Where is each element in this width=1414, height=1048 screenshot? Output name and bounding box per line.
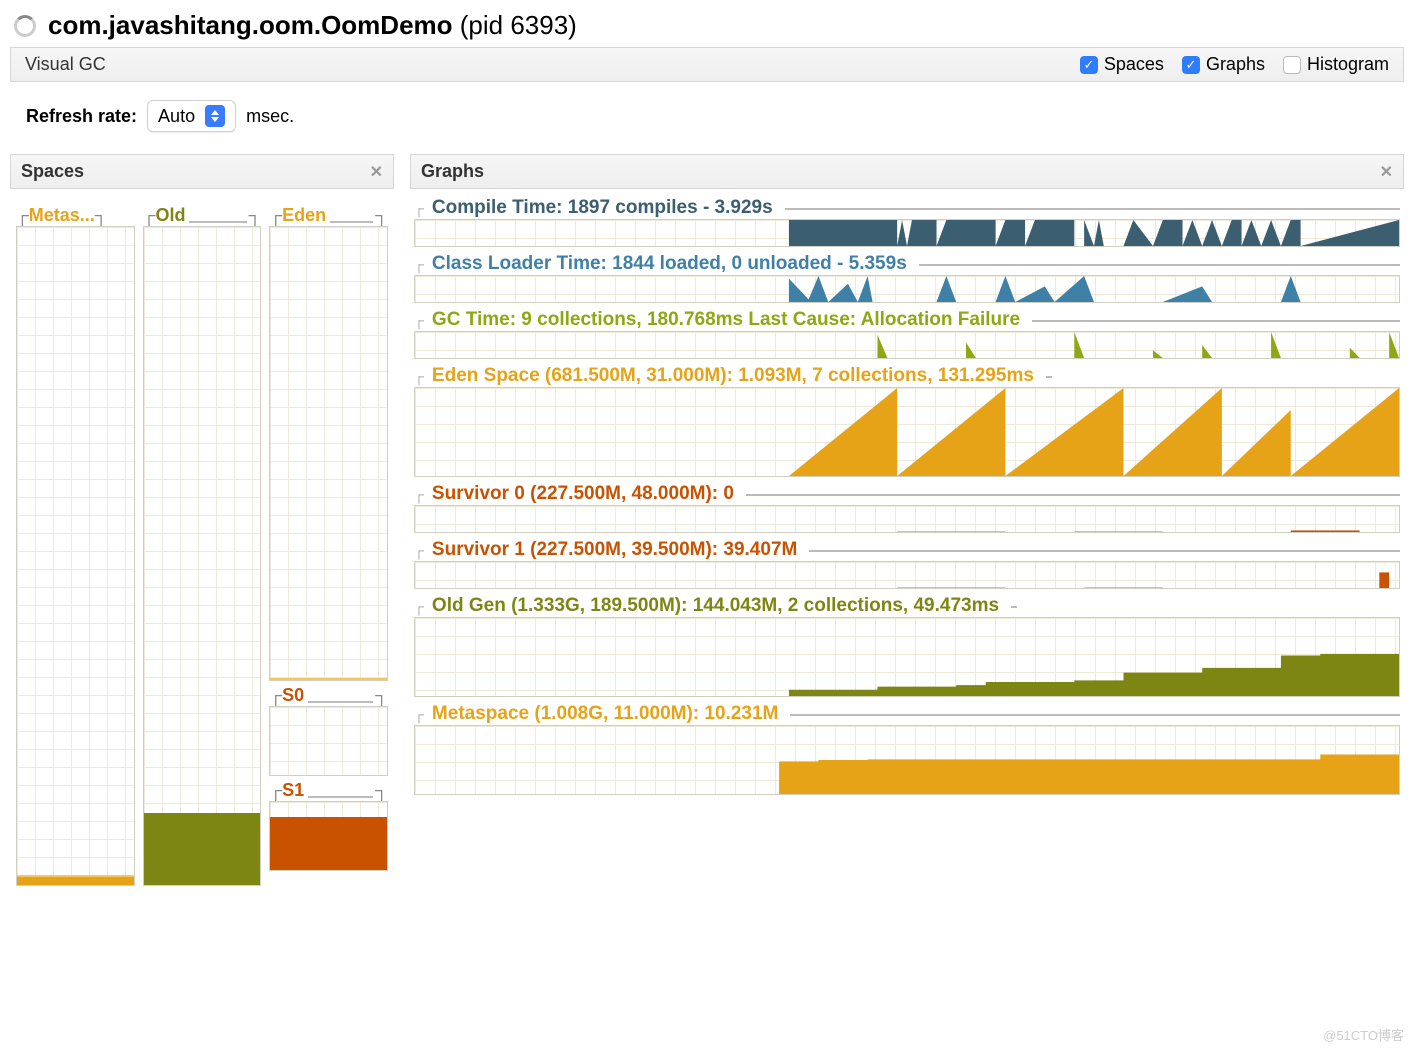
check-icon: ✓ [1182,56,1200,74]
check-icon: ✓ [1080,56,1098,74]
close-icon[interactable]: ✕ [370,162,383,182]
checkbox-spaces[interactable]: ✓ Spaces [1080,54,1164,75]
eden-space-title: Eden Space (681.500M, 31.000M): 1.093M, … [432,365,1034,387]
graph-metaspace: ┌Metaspace (1.008G, 11.000M): 10.231M [414,703,1400,795]
graphs-body: ┌Compile Time: 1897 compiles - 3.929s ┌C… [410,189,1404,795]
graph-survivor-1: ┌Survivor 1 (227.500M, 39.500M): 39.407M [414,539,1400,589]
s0-label: S0 [282,685,304,706]
graph-compile-time: ┌Compile Time: 1897 compiles - 3.929s [414,197,1400,247]
old-gen-space-chart [143,226,262,886]
class-loader-title: Class Loader Time: 1844 loaded, 0 unload… [432,253,907,275]
graph-gc-time: ┌GC Time: 9 collections, 180.768ms Last … [414,309,1400,359]
toolbar: Visual GC ✓ Spaces ✓ Graphs Histogram [10,47,1404,82]
chevron-down-icon [211,117,219,122]
old-gen-column: ┌Old┐ [143,205,262,886]
app-title: com.javashitang.oom.OomDemo (pid 6393) [48,10,577,41]
spaces-panel: Spaces ✕ ┌Metas...┐ ┌Old┐ ┌Eden┐ [10,154,394,886]
old-gen-title: Old Gen (1.333G, 189.500M): 144.043M, 2 … [432,595,999,617]
eden-stack-column: ┌Eden┐ ┌S0┐ ┌S1┐ [269,205,388,886]
chevron-up-icon [211,110,219,115]
graph-survivor-0: ┌Survivor 0 (227.500M, 48.000M): 0 [414,483,1400,533]
refresh-rate-unit: msec. [246,106,294,127]
eden-space-chart [414,387,1400,477]
panels-container: Spaces ✕ ┌Metas...┐ ┌Old┐ ┌Eden┐ [0,144,1414,896]
spaces-body: ┌Metas...┐ ┌Old┐ ┌Eden┐ [10,189,394,886]
toolbar-checks: ✓ Spaces ✓ Graphs Histogram [1080,54,1389,75]
metaspace-title: Metaspace (1.008G, 11.000M): 10.231M [432,703,778,725]
watermark: @51CTO博客 [1323,1025,1404,1044]
survivor1-title: Survivor 1 (227.500M, 39.500M): 39.407M [432,539,797,561]
checkbox-label: Graphs [1206,54,1265,75]
s0-space-chart [269,706,388,776]
toolbar-title: Visual GC [25,54,1080,75]
eden-fill [270,678,387,680]
metaspace-chart [414,725,1400,795]
metaspace-space-chart [16,226,135,886]
refresh-rate-row: Refresh rate: Auto msec. [0,82,1414,144]
old-gen-chart [414,617,1400,697]
graph-class-loader: ┌Class Loader Time: 1844 loaded, 0 unloa… [414,253,1400,303]
s1-fill [270,817,387,870]
refresh-rate-label: Refresh rate: [26,106,137,127]
compile-time-title: Compile Time: 1897 compiles - 3.929s [432,197,773,219]
graph-eden-space: ┌Eden Space (681.500M, 31.000M): 1.093M,… [414,365,1400,477]
loading-spinner-icon [14,15,36,37]
graphs-panel: Graphs ✕ ┌Compile Time: 1897 compiles - … [410,154,1404,886]
app-title-pid: (pid 6393) [453,10,577,40]
s1-space-chart [269,801,388,871]
metaspace-label: Metas... [29,205,95,226]
spaces-panel-header: Spaces ✕ [10,154,394,189]
graph-old-gen: ┌Old Gen (1.333G, 189.500M): 144.043M, 2… [414,595,1400,697]
check-icon [1283,56,1301,74]
graphs-panel-header: Graphs ✕ [410,154,1404,189]
metaspace-fill [17,875,134,885]
checkbox-histogram[interactable]: Histogram [1283,54,1389,75]
survivor0-title: Survivor 0 (227.500M, 48.000M): 0 [432,483,734,505]
checkbox-label: Histogram [1307,54,1389,75]
s1-label: S1 [282,780,304,801]
eden-space-chart [269,226,388,681]
checkbox-graphs[interactable]: ✓ Graphs [1182,54,1265,75]
old-label: Old [155,205,185,226]
survivor0-chart [414,505,1400,533]
gc-time-chart [414,331,1400,359]
metaspace-column: ┌Metas...┐ [16,205,135,886]
app-title-class: com.javashitang.oom.OomDemo [48,10,453,40]
gc-time-title: GC Time: 9 collections, 180.768ms Last C… [432,309,1020,331]
old-fill [144,813,261,885]
checkbox-label: Spaces [1104,54,1164,75]
refresh-rate-select[interactable]: Auto [147,100,236,132]
compile-time-chart [414,219,1400,247]
survivor1-chart [414,561,1400,589]
refresh-rate-value: Auto [158,106,195,127]
class-loader-chart [414,275,1400,303]
close-icon[interactable]: ✕ [1380,162,1393,182]
eden-label: Eden [282,205,326,226]
stepper-icon[interactable] [205,105,225,127]
window-title-row: com.javashitang.oom.OomDemo (pid 6393) [0,0,1414,47]
graphs-panel-title: Graphs [421,161,1380,182]
spaces-panel-title: Spaces [21,161,370,182]
